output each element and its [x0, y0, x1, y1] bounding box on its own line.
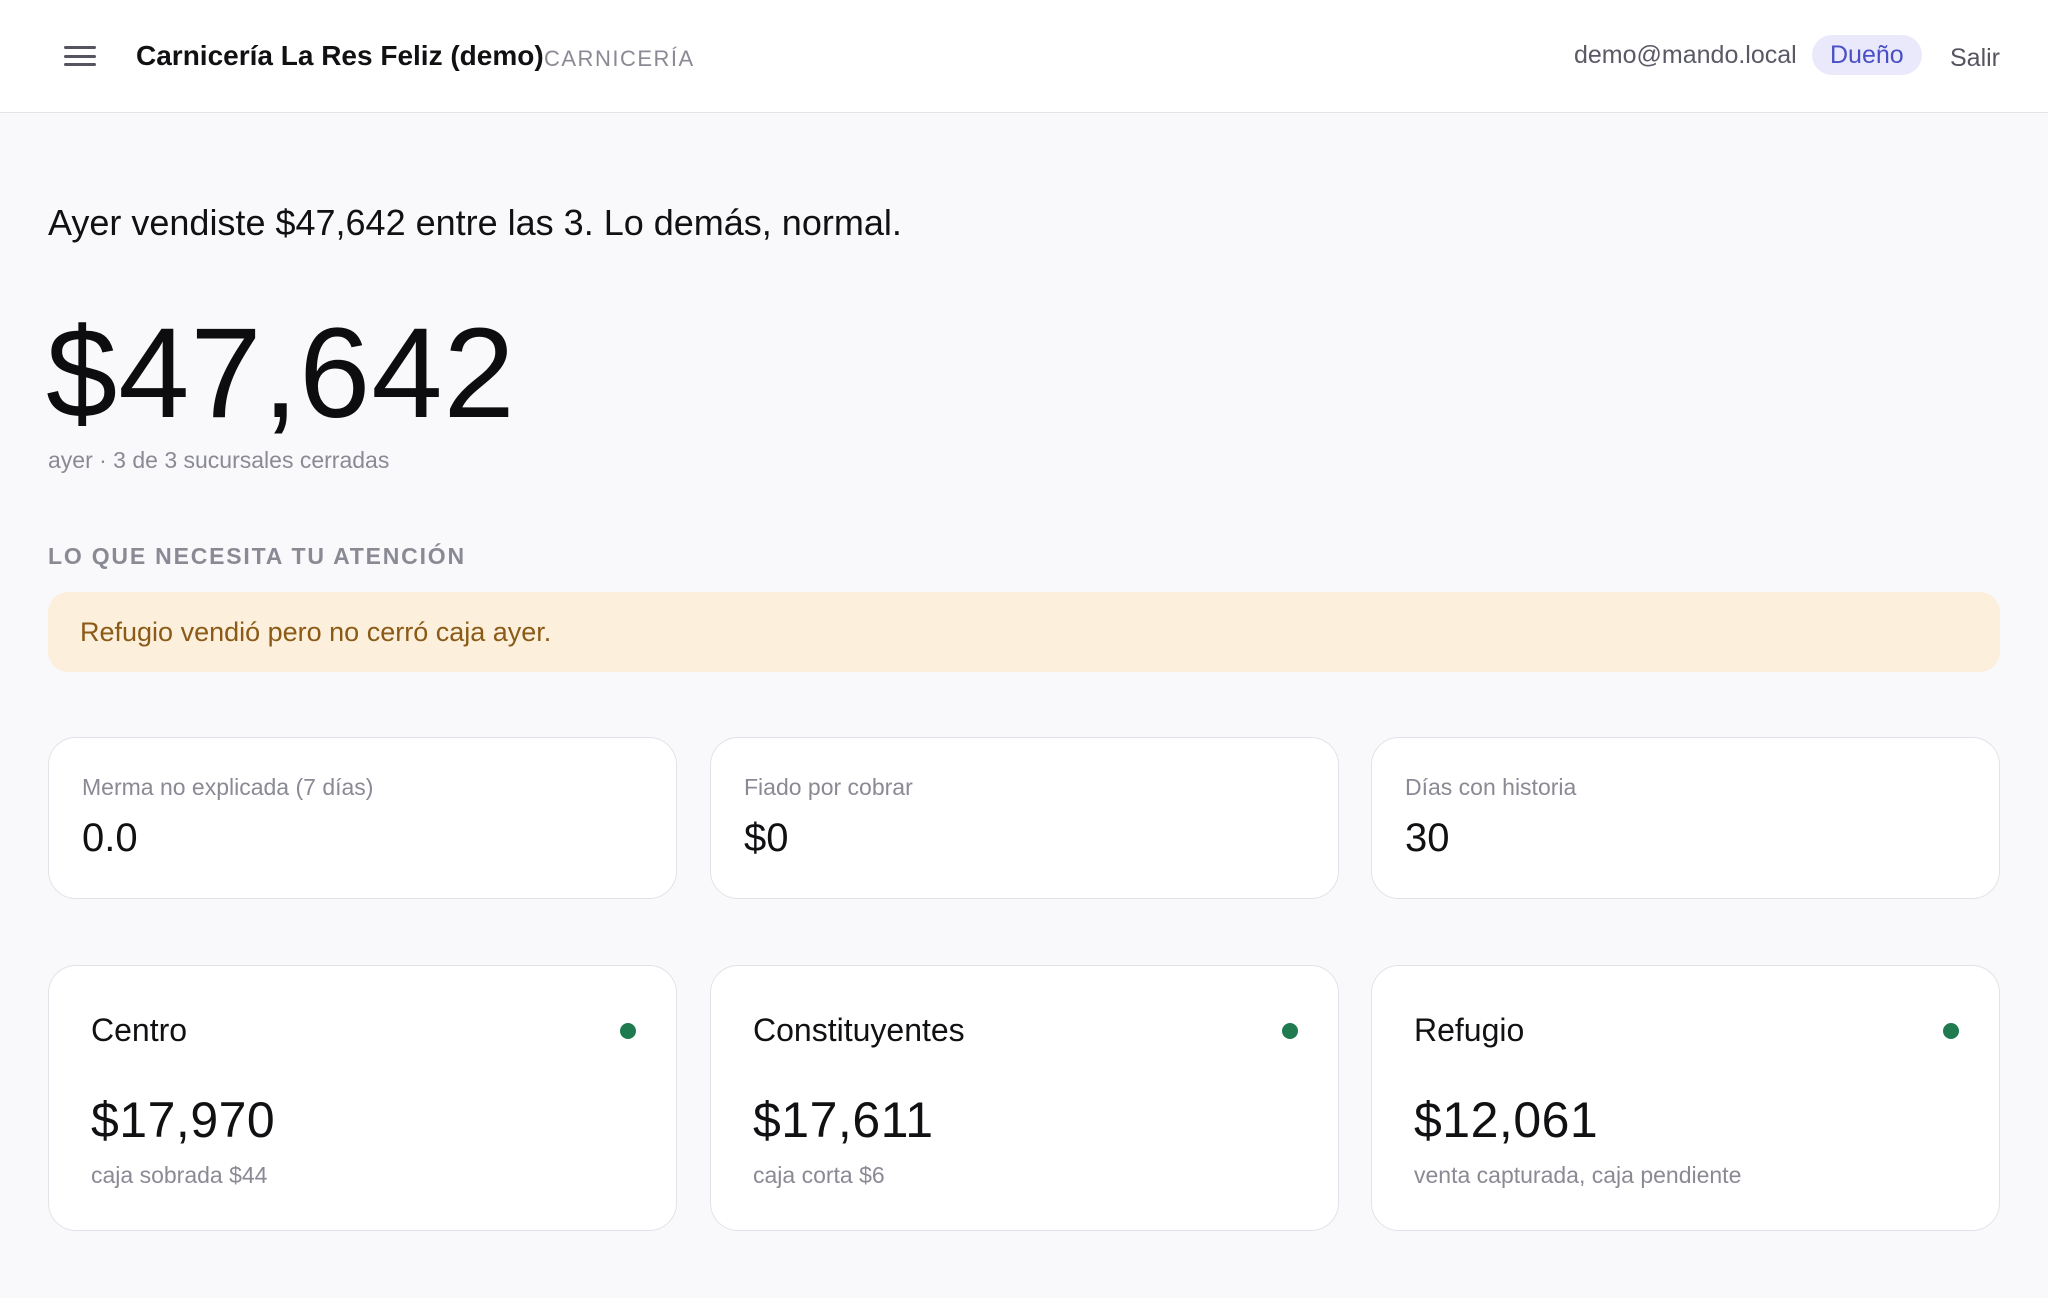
branch-name: Constituyentes: [753, 1012, 965, 1048]
attention-section-title: LO QUE NECESITA TU ATENCIÓN: [48, 543, 466, 569]
branch-card-constituyentes[interactable]: Constituyentes $17,611 caja corta $6: [710, 965, 1339, 1231]
branch-name: Refugio: [1414, 1012, 1525, 1048]
branch-amount: $17,611: [753, 1092, 934, 1148]
attention-alert: Refugio vendió pero no cerró caja ayer.: [48, 592, 2000, 672]
logout-button[interactable]: Salir: [1950, 44, 2000, 73]
branch-card-refugio[interactable]: Refugio $12,061 venta capturada, caja pe…: [1371, 965, 2000, 1231]
branch-note: venta capturada, caja pendiente: [1414, 1162, 1742, 1188]
status-dot-icon: [1282, 1023, 1298, 1039]
kpi-card-dias: Días con historia 30: [1371, 737, 2000, 899]
branch-note: caja corta $6: [753, 1162, 885, 1188]
sales-total: $47,642: [46, 302, 516, 445]
kpi-label: Merma no explicada (7 días): [82, 774, 374, 800]
branch-name: Centro: [91, 1012, 188, 1048]
status-dot-icon: [620, 1023, 636, 1039]
menu-line: [64, 63, 96, 66]
kpi-card-fiado: Fiado por cobrar $0: [710, 737, 1339, 899]
business-name: Carnicería La Res Feliz (demo): [136, 40, 544, 71]
kpi-value: 30: [1405, 816, 1450, 860]
menu-line: [64, 54, 96, 58]
kpi-value: 0.0: [82, 816, 138, 860]
role-badge: Dueño: [1812, 35, 1922, 75]
summary-headline: Ayer vendiste $47,642 entre las 3. Lo de…: [48, 202, 902, 243]
user-email: demo@mando.local: [1574, 41, 1797, 69]
top-bar: Carnicería La Res Feliz (demo) CARNICERÍ…: [0, 0, 2048, 113]
kpi-card-merma: Merma no explicada (7 días) 0.0: [48, 737, 677, 899]
branch-card-centro[interactable]: Centro $17,970 caja sobrada $44: [48, 965, 677, 1231]
status-dot-icon: [1943, 1023, 1959, 1039]
kpi-label: Días con historia: [1405, 774, 1577, 800]
hamburger-menu-icon[interactable]: [60, 40, 100, 72]
branch-amount: $17,970: [91, 1092, 276, 1148]
kpi-label: Fiado por cobrar: [744, 774, 913, 800]
branch-note: caja sobrada $44: [91, 1162, 268, 1188]
branch-amount: $12,061: [1414, 1092, 1599, 1148]
business-type: CARNICERÍA: [544, 46, 695, 71]
menu-line: [64, 46, 96, 49]
sales-total-caption: ayer · 3 de 3 sucursales cerradas: [48, 447, 390, 473]
kpi-value: $0: [744, 816, 789, 860]
